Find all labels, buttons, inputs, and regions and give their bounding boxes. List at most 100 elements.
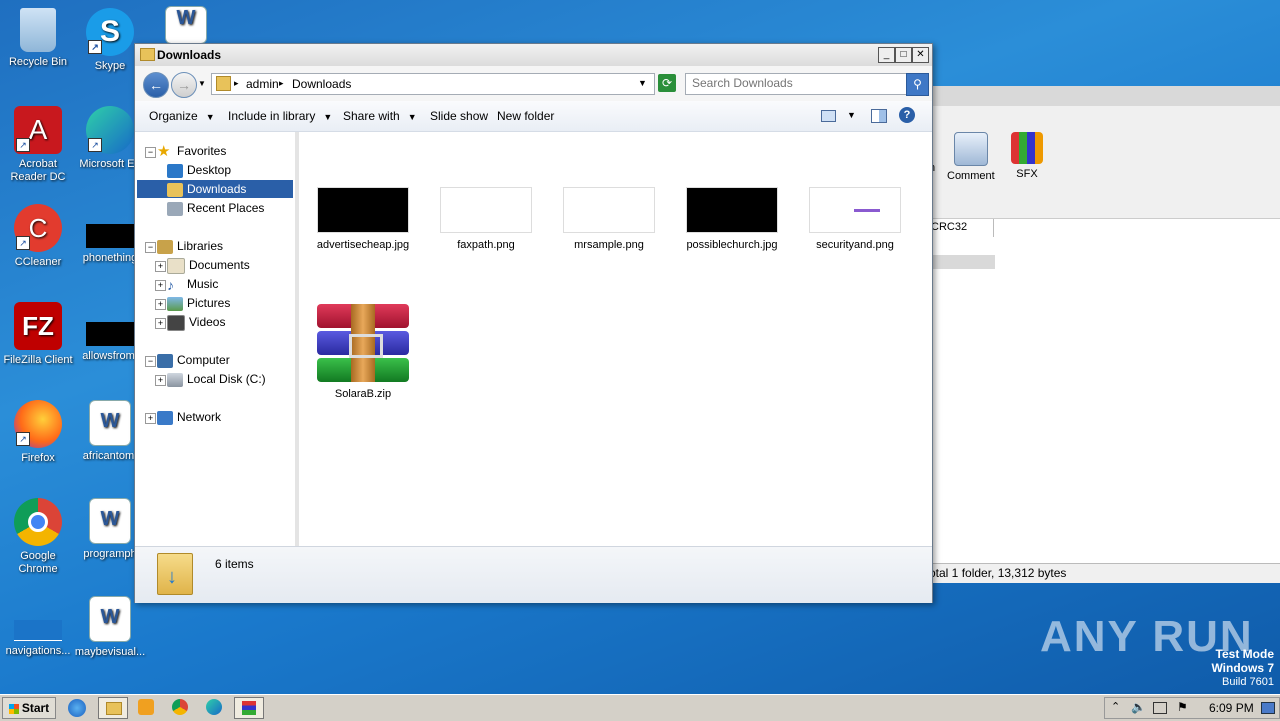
collapse-libraries-icon[interactable]: −: [145, 242, 156, 253]
winrar-taskbar-icon[interactable]: [234, 697, 264, 719]
skype-icon: S ↗: [86, 8, 134, 56]
expand-network-icon[interactable]: +: [145, 413, 156, 424]
winrar-comment-button[interactable]: Comment: [947, 132, 995, 182]
search-icon[interactable]: ⚲: [906, 73, 929, 96]
word-icon: W: [89, 498, 131, 544]
slide-show-button[interactable]: Slide show: [430, 109, 488, 123]
refresh-button[interactable]: ⟳: [658, 74, 676, 92]
details-pane: ↓ 6 items: [135, 546, 932, 603]
black-file-icon: [86, 224, 134, 248]
share-with-button[interactable]: Share with ▼: [343, 109, 417, 123]
search-input[interactable]: [686, 74, 898, 92]
dropdown-arrow-icon: ▼: [407, 112, 417, 122]
winrar-status: otal 1 folder, 13,312 bytes: [929, 563, 1280, 583]
new-folder-button[interactable]: New folder: [497, 109, 554, 123]
desktop-icon-recycle-bin[interactable]: Recycle Bin: [0, 8, 76, 69]
clock[interactable]: 6:09 PM: [1209, 701, 1254, 715]
desktop-icon-acrobat[interactable]: A ↗ Acrobat Reader DC: [0, 106, 76, 184]
nav-music[interactable]: ♪ Music: [167, 275, 218, 293]
file-item[interactable]: possiblechurch.jpg: [676, 187, 788, 251]
volume-icon[interactable]: 🔈: [1131, 700, 1146, 714]
title-bar[interactable]: Downloads _ □ ✕: [135, 44, 932, 66]
desktop-icon-navigations[interactable]: navigations...: [0, 596, 76, 658]
nav-favorites[interactable]: ★ Favorites: [157, 142, 226, 160]
collapse-computer-icon[interactable]: −: [145, 356, 156, 367]
winrar-window[interactable]: n Comment SFX CRC32 otal 1 folder, 13,31…: [928, 86, 1280, 583]
back-button[interactable]: ←: [143, 72, 169, 98]
organize-button[interactable]: Organize ▼: [149, 109, 215, 123]
desktop-icon-word-top[interactable]: W: [148, 6, 224, 48]
expand-local-disk-icon[interactable]: +: [155, 375, 166, 386]
desktop-icon-filezilla[interactable]: FZ FileZilla Client: [0, 302, 76, 367]
desktop-icon-firefox[interactable]: ↗ Firefox: [0, 400, 76, 465]
file-item[interactable]: SolaraB.zip: [307, 304, 419, 400]
videos-icon: [167, 314, 185, 331]
start-button[interactable]: Start: [2, 697, 56, 719]
expand-videos-icon[interactable]: +: [155, 318, 166, 329]
desktop-icon-maybevisual[interactable]: W maybevisual...: [72, 596, 148, 659]
music-icon: ♪: [167, 276, 174, 293]
media-player-taskbar-icon[interactable]: [138, 699, 154, 715]
file-item[interactable]: securityand.png: [799, 187, 911, 251]
breadcrumb-admin[interactable]: admin: [246, 77, 279, 91]
comment-icon: [953, 132, 988, 166]
winrar-file-list[interactable]: [929, 237, 1280, 563]
expand-documents-icon[interactable]: +: [155, 261, 166, 272]
change-view-icon[interactable]: [821, 110, 836, 122]
forward-button[interactable]: →: [171, 72, 197, 98]
help-icon[interactable]: ?: [899, 107, 915, 123]
include-in-library-button[interactable]: Include in library ▼: [228, 109, 332, 123]
breadcrumb-arrow-icon: ▸: [279, 78, 284, 88]
file-item[interactable]: mrsample.png: [553, 187, 665, 251]
image-thumbnail: [317, 187, 409, 233]
edge-taskbar-icon[interactable]: [206, 699, 222, 715]
winrar-column-header[interactable]: CRC32: [929, 218, 1280, 238]
history-dropdown-icon[interactable]: ▼: [198, 79, 206, 88]
nav-recent-places[interactable]: Recent Places: [167, 199, 264, 217]
internet-explorer-taskbar-icon[interactable]: [68, 699, 86, 717]
expand-music-icon[interactable]: +: [155, 280, 166, 291]
nav-local-disk[interactable]: Local Disk (C:): [167, 370, 266, 388]
navigation-pane[interactable]: − ★ Favorites Desktop Downloads Recent Pl…: [135, 132, 299, 546]
desktop-icon-ccleaner[interactable]: C ↗ CCleaner: [0, 204, 76, 269]
nav-downloads[interactable]: Downloads: [137, 180, 293, 198]
explorer-taskbar-icon[interactable]: [98, 697, 128, 719]
address-bar[interactable]: ▸ admin ▸ Downloads ▼: [211, 73, 655, 95]
breadcrumb-downloads[interactable]: Downloads: [292, 77, 351, 91]
sfx-icon: [1011, 132, 1043, 164]
star-icon: ★: [157, 142, 171, 160]
maximize-button[interactable]: □: [895, 47, 912, 63]
explorer-window[interactable]: Downloads _ □ ✕ ← → ▼ ▸ admin ▸ Download…: [134, 43, 933, 603]
desktop-icon-chrome[interactable]: Google Chrome: [0, 498, 76, 576]
file-view[interactable]: advertisecheap.jpg faxpath.png mrsample.…: [299, 132, 932, 546]
file-item[interactable]: faxpath.png: [430, 187, 542, 251]
ccleaner-icon: C ↗: [14, 204, 62, 252]
search-box[interactable]: [685, 73, 907, 95]
close-button[interactable]: ✕: [912, 47, 929, 63]
nav-videos[interactable]: Videos: [167, 313, 225, 331]
image-thumbnail: [440, 187, 532, 233]
window-title: Downloads: [157, 48, 222, 62]
nav-computer[interactable]: Computer: [157, 351, 230, 369]
nav-libraries[interactable]: Libraries: [157, 237, 223, 255]
minimize-button[interactable]: _: [878, 47, 895, 63]
downloads-folder-icon: [167, 182, 183, 197]
nav-documents[interactable]: Documents: [167, 256, 250, 274]
folder-icon: [140, 48, 155, 61]
nav-desktop[interactable]: Desktop: [167, 161, 231, 179]
view-dropdown-icon[interactable]: ▼: [847, 110, 856, 120]
column-divider: [993, 219, 994, 237]
file-item[interactable]: advertisecheap.jpg: [307, 187, 419, 251]
show-desktop-icon[interactable]: [1261, 702, 1275, 714]
preview-pane-icon[interactable]: [871, 109, 887, 123]
action-center-icon[interactable]: ⚑: [1177, 700, 1188, 714]
expand-pictures-icon[interactable]: +: [155, 299, 166, 310]
show-hidden-icons[interactable]: ⌃: [1111, 700, 1120, 713]
network-tray-icon[interactable]: [1153, 702, 1167, 714]
collapse-favorites-icon[interactable]: −: [145, 147, 156, 158]
winrar-sfx-button[interactable]: SFX: [1011, 132, 1043, 180]
address-dropdown-icon[interactable]: ▼: [638, 78, 647, 88]
nav-pictures[interactable]: Pictures: [167, 294, 230, 312]
nav-network[interactable]: Network: [157, 408, 221, 426]
chrome-taskbar-icon[interactable]: [172, 699, 188, 715]
